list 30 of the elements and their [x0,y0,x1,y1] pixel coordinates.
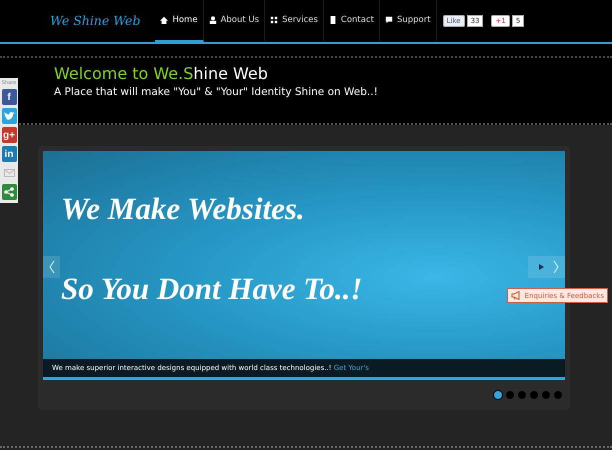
slide-headline: So You Dont Have To..! [61,271,362,307]
speech-bubble-icon [384,16,393,24]
tagline: A Place that will make "You" & "Your" Identity Shine on Web..! [54,86,379,98]
slide-dot[interactable] [554,391,562,399]
slide-headline: We Make Websites. [61,191,305,227]
slide-dot[interactable] [518,391,526,399]
person-icon [208,16,217,24]
googleplus-share-button[interactable]: g+ [2,127,16,143]
welcome-heading: Welcome to We.Shine Web [54,64,269,83]
next-button[interactable] [528,256,565,278]
twitter-share-button[interactable] [2,108,16,124]
grid-icon [270,16,278,24]
slide-dot[interactable] [530,391,538,399]
nav-link[interactable]: Services [265,0,324,42]
slide-dot[interactable] [494,391,502,399]
logo[interactable]: We Shine Web [50,12,142,30]
slide-dot[interactable] [506,391,514,399]
chevron-left-icon [48,260,54,274]
document-icon [328,16,337,24]
slide-dot[interactable] [542,391,550,399]
megaphone-icon [510,291,522,300]
nav-link[interactable]: Home [155,0,204,42]
facebook-share-button[interactable]: f [2,89,16,105]
nav-link[interactable]: About Us [204,0,266,42]
nav-link[interactable]: Support [380,0,437,42]
previous-button[interactable] [43,256,60,278]
share-share-button[interactable] [2,184,16,200]
linkedin-share-button[interactable]: in [2,146,16,162]
home-icon [160,16,168,24]
nav-link[interactable]: Contact [324,0,380,42]
